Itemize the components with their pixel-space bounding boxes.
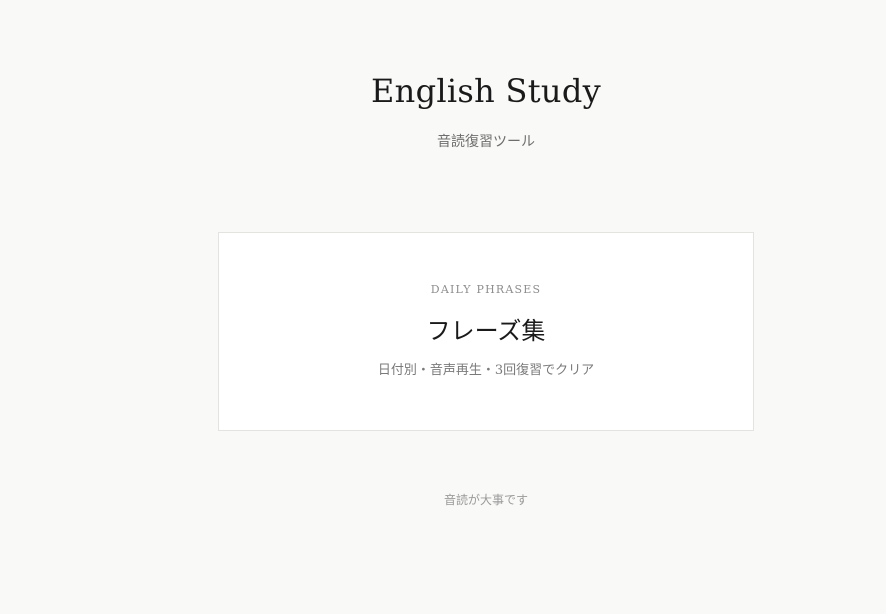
daily-phrases-card[interactable]: DAILY PHRASES フレーズ集 日付別・音声再生・3回復習でクリア bbox=[218, 232, 754, 431]
page-title: English Study bbox=[371, 72, 601, 110]
card-eyebrow: DAILY PHRASES bbox=[430, 283, 542, 296]
card-description: 日付別・音声再生・3回復習でクリア bbox=[377, 363, 595, 378]
page-subtitle: 音読復習ツール bbox=[437, 134, 535, 150]
card-title: フレーズ集 bbox=[426, 317, 546, 345]
footer-note: 音読が大事です bbox=[443, 493, 528, 507]
page: English Study 音読復習ツール DAILY PHRASES フレーズ… bbox=[0, 0, 886, 614]
